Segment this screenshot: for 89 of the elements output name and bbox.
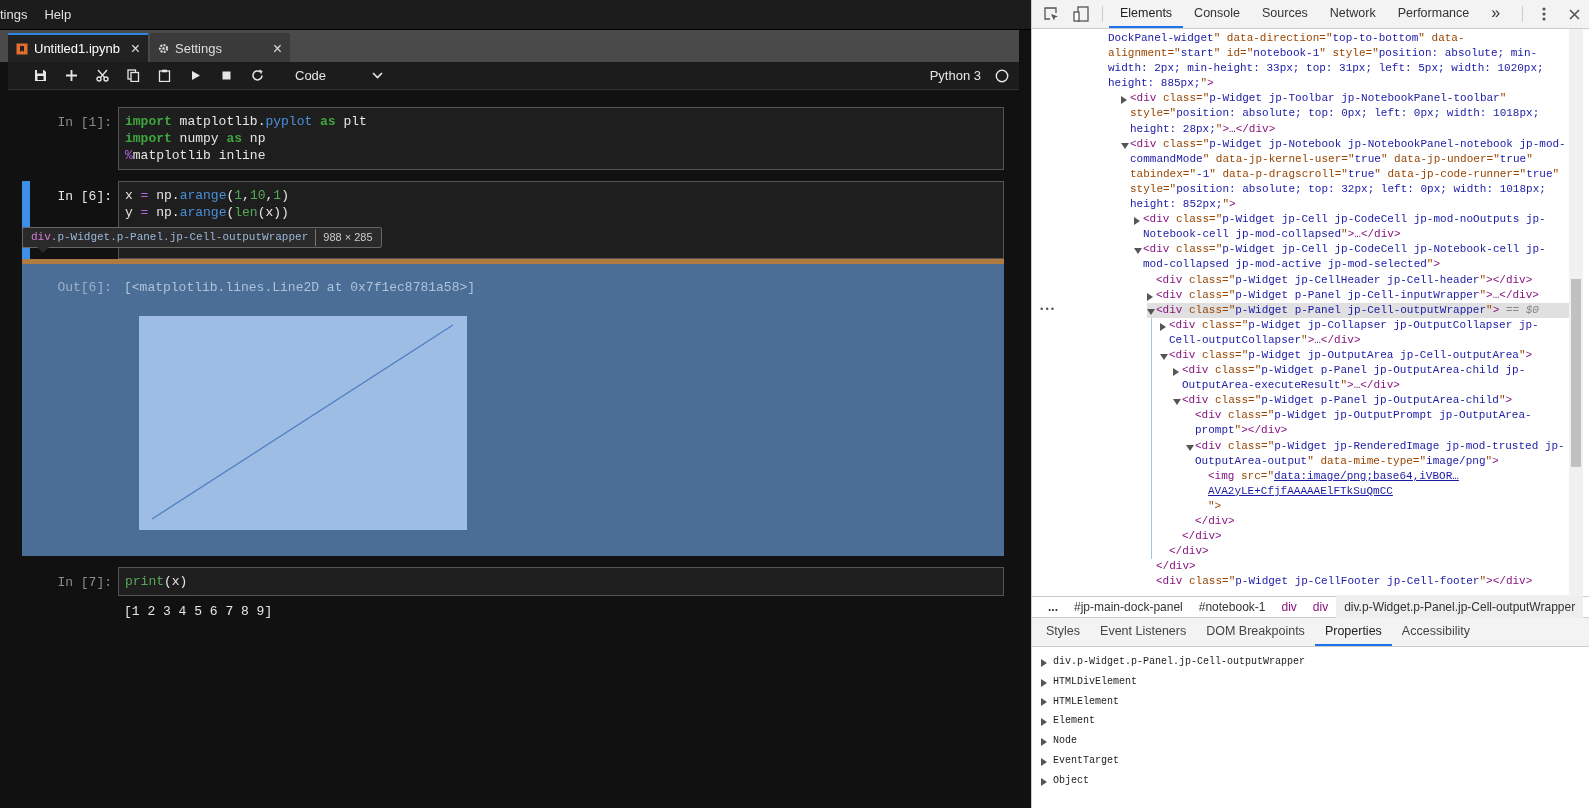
dom-node-markup: DockPanel-widget" data-direction="top-to-bottom" data-alignment="start" id="notebook-1" style="position: absolute; min-width: 2px; min-height: 33px; top: 31px; left: 5px; width: 1020px; height: 885px;"> [1108,31,1545,92]
breadcrumb-link[interactable]: div [1304,595,1337,619]
dom-node-markup: <div class="p-Widget jp-Notebook jp-NotebookPanel-notebook jp-mod-commandMode" data-jp-kernel-user="true" data-jp-undoer="true" tabindex="-1" data-p-dragscroll="true" data-jp-code-runner="true" style="position: absolute; top: 32px; left: 0px; width: 1018px; height: 852px;"> [1130,136,1567,213]
dom-tree-row[interactable]: <div class="p-Widget jp-OutputArea jp-Cell-outputArea"> [1160,347,1569,364]
menu-item[interactable]: Help [44,4,72,25]
panel-tab[interactable]: DOM Breakpoints [1196,618,1315,646]
code-editor[interactable]: import matplotlib.pyplot as plt import numpy as np %matplotlib inline [118,107,1004,170]
expand-arrow-icon[interactable] [1186,442,1195,451]
device-toolbar-icon[interactable] [1073,6,1089,22]
chevron-down-icon[interactable] [372,72,384,79]
refresh-icon[interactable] [251,69,264,82]
code-editor[interactable]: print(x) [118,566,1004,596]
close-icon[interactable]: × [130,36,140,61]
more-options-icon[interactable]: ••• [1036,302,1056,318]
property-name[interactable]: EventTarget [1053,751,1119,771]
dom-tree-row[interactable]: <div class="p-Widget p-Panel jp-OutputArea-child"> [1173,393,1569,409]
dom-node-markup: <div class="p-Widget jp-OutputArea jp-Cell-outputArea"> [1169,347,1534,363]
panel-tab[interactable]: Event Listeners [1090,618,1197,646]
menu-item[interactable]: tings [0,4,28,25]
code-line: x = np.arange(1,10,1) [125,187,290,204]
expand-arrow-icon[interactable] [1173,397,1182,406]
property-name[interactable]: Node [1053,731,1077,751]
clipboard-icon[interactable] [158,69,171,82]
devtools-tab[interactable]: Console [1183,0,1251,28]
expand-arrow-icon[interactable] [1134,246,1143,255]
cell-type-dropdown[interactable]: Code [295,65,327,86]
kernel-name[interactable]: Python 3 [929,65,981,86]
property-name[interactable]: Object [1053,770,1089,791]
add-icon[interactable] [65,69,78,82]
output-text: [1 2 3 4 5 6 7 8 9] [123,602,274,621]
cut-icon[interactable] [96,69,109,82]
inspect-icon[interactable] [1043,6,1059,22]
property-name[interactable]: Element [1053,711,1095,732]
devtools-tab[interactable]: Network [1318,0,1387,28]
devtools-tab[interactable]: Elements [1109,0,1184,28]
panel-tab[interactable]: Accessibility [1391,618,1480,646]
scrollbar[interactable] [1569,29,1583,596]
dom-node-markup: <div class="p-Widget p-Panel jp-Cell-outputWrapper"> == $0 [1156,302,1540,318]
dom-node-markup: "> [1208,498,1223,514]
gear-icon [158,43,169,54]
notebook-tab[interactable]: Untitled1.ipynb × [8,33,148,62]
element-size: 988 × 285 [315,229,373,246]
notebook-tab[interactable]: Settings × [150,33,290,62]
dom-tree-row[interactable]: <img src="data:image/png;base64,iVBOR… AVA2yLE+CfjfAAAAAElFTkSuQmCC "> [1199,468,1569,514]
save-icon[interactable] [34,69,47,82]
tab-label: Settings [175,39,222,58]
output-prompt: Out[6]: [56,279,113,297]
kernel-status-icon [995,68,1009,83]
expand-arrow-icon[interactable] [1160,351,1169,360]
code-line: import matplotlib.pyplot as plt [125,113,368,130]
breadcrumb-link[interactable]: #jp-main-dock-panel [1066,595,1191,619]
breadcrumb-link[interactable]: div [1273,595,1305,619]
play-icon[interactable] [189,69,202,82]
property-name[interactable]: div.p-Widget.p-Panel.jp-Cell-outputWrapper [1053,652,1306,672]
property-name[interactable]: HTMLElement [1053,691,1119,712]
input-prompt: In [1]: [56,114,113,132]
property-name[interactable]: HTMLDivElement [1053,671,1137,692]
input-prompt: In [7]: [56,573,113,592]
expand-arrow-icon[interactable] [1147,306,1156,315]
dom-node-markup: </div> [1156,559,1197,575]
more-tabs-button[interactable]: » [1480,0,1512,28]
code-line: import numpy as np [125,130,267,147]
kebab-menu-icon[interactable] [1542,7,1546,21]
devtools-tab[interactable]: Performance [1386,0,1481,28]
breadcrumb-link[interactable]: #notebook-1 [1190,595,1274,619]
close-icon[interactable] [1568,8,1580,20]
close-icon[interactable]: × [272,36,282,61]
notebook-icon [16,42,28,55]
input-prompt: In [6]: [56,188,113,206]
dom-node-markup: <img src=" [1208,468,1275,484]
expand-arrow-icon[interactable] [1121,140,1130,149]
stop-icon[interactable] [220,69,233,82]
panel-tab[interactable]: Properties [1314,618,1392,646]
code-line: print(x) [125,572,189,590]
dom-node-markup: <div class="p-Widget p-Panel jp-OutputArea-child"> [1182,393,1514,409]
output-text: [<matplotlib.lines.Line2D at 0x7f1ec8781a58>] [123,279,477,297]
breadcrumb-link[interactable]: div.p-Widget.p-Panel.jp-Cell-outputWrapper [1336,595,1584,619]
breadcrumb-link[interactable]: ... [1040,595,1066,619]
devtools-tab[interactable]: Sources [1251,0,1319,28]
dom-node-markup: </div> [1195,514,1236,529]
panel-tab[interactable]: Styles [1036,618,1091,646]
dom-node-markup: </div> [1182,529,1223,545]
image-source-link[interactable]: data:image/png;base64,iVBOR… [1274,468,1459,484]
image-source-link[interactable]: AVA2yLE+CfjfAAAAAElFTkSuQmCC [1208,484,1393,497]
tab-label: Untitled1.ipynb [34,39,120,58]
copy-icon[interactable] [127,69,140,82]
dom-node-markup: </div> [1169,544,1210,560]
code-line: %matplotlib inline [125,147,267,164]
code-line: y = np.arange(len(x)) [125,204,290,221]
